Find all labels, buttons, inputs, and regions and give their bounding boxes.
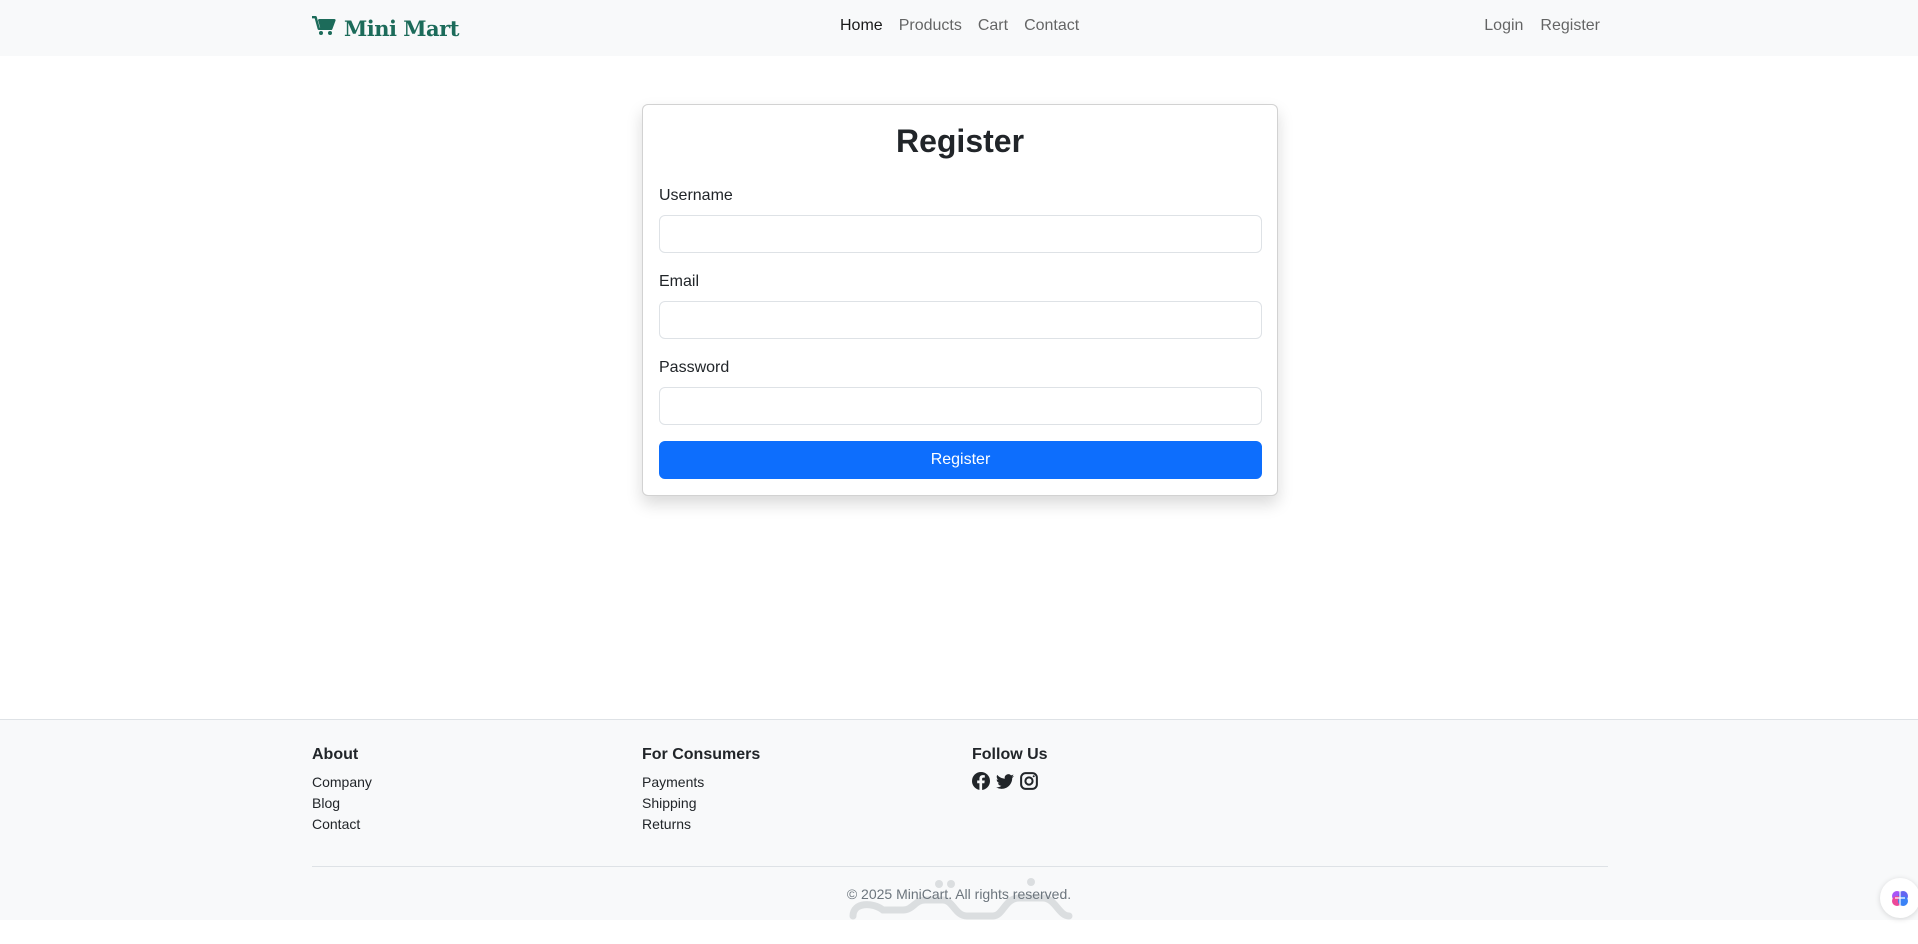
nav-products[interactable]: Products <box>899 17 962 35</box>
assistant-button[interactable] <box>1880 878 1918 918</box>
footer-heading-follow: Follow Us <box>972 746 1048 763</box>
register-button[interactable]: Register <box>659 441 1262 479</box>
brain-icon <box>1892 891 1908 906</box>
footer-link-company[interactable]: Company <box>312 774 372 790</box>
navbar: Mini Mart Home Products Cart Contact Log… <box>0 0 1918 56</box>
footer-heading-about: About <box>312 746 359 763</box>
username-label: Username <box>659 187 733 204</box>
email-label: Email <box>659 273 700 290</box>
footer-link-contact[interactable]: Contact <box>312 816 360 832</box>
twitter-icon[interactable] <box>996 772 1014 790</box>
password-input[interactable] <box>659 387 1262 425</box>
footer-link-returns[interactable]: Returns <box>642 816 691 832</box>
username-input[interactable] <box>659 215 1262 253</box>
footer-consumers: For Consumers Payments Shipping Returns <box>642 746 760 835</box>
footer-follow: Follow Us <box>972 746 1048 790</box>
nav-login[interactable]: Login <box>1484 17 1523 35</box>
password-label: Password <box>659 359 730 376</box>
watermark-logo <box>849 878 1073 920</box>
footer-heading-consumers: For Consumers <box>642 746 761 763</box>
auth-nav: Login Register <box>1484 17 1600 35</box>
footer-about: About Company Blog Contact <box>312 746 372 835</box>
nav-cart[interactable]: Cart <box>978 17 1008 35</box>
nav-register[interactable]: Register <box>1540 17 1600 35</box>
footer-link-blog[interactable]: Blog <box>312 795 340 811</box>
main-nav: Home Products Cart Contact <box>840 17 1079 35</box>
brand-name: Mini Mart <box>344 15 459 41</box>
facebook-icon[interactable] <box>972 772 990 790</box>
footer-divider <box>312 866 1608 867</box>
brand-link[interactable]: Mini Mart <box>312 13 459 43</box>
footer-link-shipping[interactable]: Shipping <box>642 795 697 811</box>
page-title: Register <box>895 123 1025 159</box>
register-card: Register Username Email Password Registe… <box>642 104 1278 496</box>
email-input[interactable] <box>659 301 1262 339</box>
footer-link-payments[interactable]: Payments <box>642 774 704 790</box>
instagram-icon[interactable] <box>1020 772 1038 790</box>
cart-icon <box>312 15 336 41</box>
nav-contact[interactable]: Contact <box>1024 17 1079 35</box>
nav-home[interactable]: Home <box>840 17 883 35</box>
social-links <box>972 772 1048 790</box>
